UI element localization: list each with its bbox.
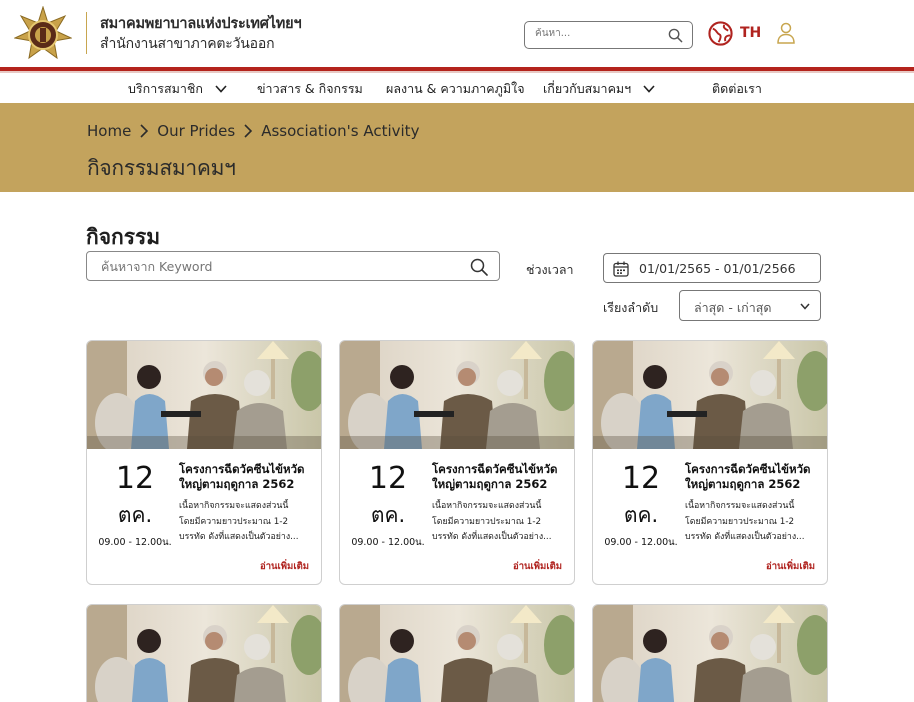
activity-card[interactable] bbox=[592, 604, 828, 702]
event-day: 12 bbox=[621, 461, 661, 496]
page-title: กิจกรรมสมาคมฯ bbox=[87, 156, 236, 180]
activity-card[interactable]: 12 ตค. 09.00 - 12.00น. โครงการฉีดวัคซีนไ… bbox=[339, 340, 575, 585]
calendar-icon bbox=[613, 261, 629, 277]
association-emblem-logo[interactable] bbox=[14, 6, 72, 62]
org-name: สมาคมพยาบาลแห่งประเทศไทยฯ bbox=[100, 16, 302, 32]
page-banner: Home Our Prides Association's Activity ก… bbox=[0, 103, 914, 192]
search-icon[interactable] bbox=[470, 258, 488, 276]
nav-item-member-services[interactable]: บริการสมาชิก bbox=[128, 79, 227, 99]
event-title[interactable]: โครงการฉีดวัคซีนไข้หวัดใหญ่ตามฤดูกาล 256… bbox=[179, 462, 315, 492]
date-range-picker[interactable]: 01/01/2565 - 01/01/2566 bbox=[603, 253, 821, 283]
section-title: กิจกรรม bbox=[86, 225, 161, 249]
nav-item-label: เกี่ยวกับสมาคมฯ bbox=[543, 81, 632, 96]
event-time: 09.00 - 12.00น. bbox=[604, 537, 678, 548]
header-search-input[interactable] bbox=[535, 28, 660, 39]
keyword-search-input[interactable] bbox=[101, 259, 461, 274]
user-icon[interactable] bbox=[776, 22, 796, 44]
event-description-line: เนื้อหากิจกรรมจะแสดงส่วนนี้ bbox=[685, 501, 795, 511]
event-description-line: เนื้อหากิจกรรมจะแสดงส่วนนี้ bbox=[432, 501, 542, 511]
event-description-line: บรรทัด ดังที่แสดงเป็นตัวอย่าง... bbox=[432, 532, 552, 542]
event-month: ตค. bbox=[117, 503, 153, 527]
nav-item-works-prides[interactable]: ผลงาน & ความภาคภูมิใจ bbox=[386, 79, 525, 99]
breadcrumb-home[interactable]: Home bbox=[87, 122, 131, 140]
activity-photo bbox=[87, 341, 321, 449]
event-title[interactable]: โครงการฉีดวัคซีนไข้หวัดใหญ่ตามฤดูกาล 256… bbox=[432, 462, 568, 492]
activity-card[interactable] bbox=[339, 604, 575, 702]
nav-item-news-activities[interactable]: ข่าวสาร & กิจกรรม bbox=[257, 79, 363, 99]
nav-item-label: ผลงาน & ความภาคภูมิใจ bbox=[386, 81, 525, 96]
main-navigation: บริการสมาชิก ข่าวสาร & กิจกรรม ผลงาน & ค… bbox=[0, 73, 914, 103]
activity-photo bbox=[593, 341, 827, 449]
breadcrumb: Home Our Prides Association's Activity bbox=[87, 122, 419, 140]
event-time: 09.00 - 12.00น. bbox=[98, 537, 172, 548]
date-range-value: 01/01/2565 - 01/01/2566 bbox=[639, 261, 796, 276]
nav-item-label: ข่าวสาร & กิจกรรม bbox=[257, 81, 363, 96]
activity-photo bbox=[593, 605, 827, 702]
header-search-box bbox=[524, 21, 693, 49]
chevron-right-icon bbox=[244, 124, 253, 138]
chevron-down-icon bbox=[800, 303, 810, 310]
activity-photo bbox=[340, 605, 574, 702]
keyword-search-box bbox=[86, 251, 500, 281]
sort-select[interactable]: ล่าสุด - เก่าสุด bbox=[679, 290, 821, 321]
event-description-line: เนื้อหากิจกรรมจะแสดงส่วนนี้ bbox=[179, 501, 289, 511]
read-more-link[interactable]: อ่านเพิ่มเติม bbox=[766, 559, 815, 574]
breadcrumb-current[interactable]: Association's Activity bbox=[261, 122, 419, 140]
event-description-line: บรรทัด ดังที่แสดงเป็นตัวอย่าง... bbox=[685, 532, 805, 542]
event-time: 09.00 - 12.00น. bbox=[351, 537, 425, 548]
event-title[interactable]: โครงการฉีดวัคซีนไข้หวัดใหญ่ตามฤดูกาล 256… bbox=[685, 462, 821, 492]
read-more-link[interactable]: อ่านเพิ่มเติม bbox=[260, 559, 309, 574]
event-month: ตค. bbox=[623, 503, 659, 527]
event-day: 12 bbox=[115, 461, 155, 496]
event-description-line: โดยมีความยาวประมาณ 1-2 bbox=[685, 516, 795, 527]
nav-item-label: ติดต่อเรา bbox=[712, 81, 762, 96]
event-day: 12 bbox=[368, 461, 408, 496]
breadcrumb-our-prides[interactable]: Our Prides bbox=[157, 122, 235, 140]
globe-icon[interactable] bbox=[708, 21, 733, 46]
activity-card[interactable] bbox=[86, 604, 322, 702]
activity-card[interactable]: 12 ตค. 09.00 - 12.00น. โครงการฉีดวัคซีนไ… bbox=[86, 340, 322, 585]
sort-value: ล่าสุด - เก่าสุด bbox=[694, 300, 772, 315]
site-header: สมาคมพยาบาลแห่งประเทศไทยฯ สำนักงานสาขาภา… bbox=[0, 0, 914, 67]
nav-item-contact[interactable]: ติดต่อเรา bbox=[712, 79, 762, 99]
activity-card[interactable]: 12 ตค. 09.00 - 12.00น. โครงการฉีดวัคซีนไ… bbox=[592, 340, 828, 585]
nav-item-label: บริการสมาชิก bbox=[128, 81, 203, 96]
nav-item-about[interactable]: เกี่ยวกับสมาคมฯ bbox=[543, 79, 655, 99]
activity-photo bbox=[340, 341, 574, 449]
read-more-link[interactable]: อ่านเพิ่มเติม bbox=[513, 559, 562, 574]
event-description-line: บรรทัด ดังที่แสดงเป็นตัวอย่าง... bbox=[179, 532, 299, 542]
language-toggle[interactable]: TH bbox=[740, 25, 761, 41]
event-description-line: โดยมีความยาวประมาณ 1-2 bbox=[179, 516, 289, 527]
sort-label: เรียงลำดับ bbox=[603, 300, 659, 315]
event-description: เนื้อหากิจกรรมจะแสดงส่วนนี้ โดยมีความยาว… bbox=[179, 499, 311, 546]
chevron-down-icon bbox=[215, 85, 227, 93]
event-description: เนื้อหากิจกรรมจะแสดงส่วนนี้ โดยมีความยาว… bbox=[432, 499, 564, 546]
header-divider bbox=[86, 12, 87, 54]
activity-photo bbox=[87, 605, 321, 702]
period-label: ช่วงเวลา bbox=[526, 262, 574, 277]
chevron-down-icon bbox=[643, 85, 655, 93]
search-icon[interactable] bbox=[668, 28, 683, 43]
org-branch-name: สำนักงานสาขาภาคตะวันออก bbox=[100, 36, 275, 52]
event-description-line: โดยมีความยาวประมาณ 1-2 bbox=[432, 516, 542, 527]
event-description: เนื้อหากิจกรรมจะแสดงส่วนนี้ โดยมีความยาว… bbox=[685, 499, 817, 546]
chevron-right-icon bbox=[140, 124, 149, 138]
event-month: ตค. bbox=[370, 503, 406, 527]
